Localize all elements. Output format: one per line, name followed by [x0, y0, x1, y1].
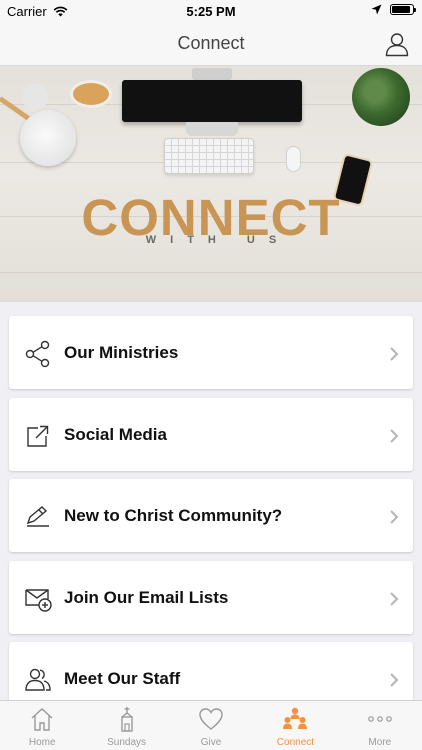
- menu-item-label: Social Media: [64, 425, 167, 444]
- tab-bar: Home Sundays Give Connect More: [0, 700, 422, 750]
- external-link-icon: [27, 425, 49, 447]
- tab-label: Connect: [276, 737, 315, 748]
- hero-banner: CONNECT WITH US: [0, 66, 422, 302]
- heart-icon: [199, 708, 223, 730]
- tab-home[interactable]: Home: [0, 701, 84, 750]
- menu-item-label: New to Christ Community?: [64, 506, 283, 525]
- page-title: Connect: [177, 33, 245, 53]
- tab-give[interactable]: Give: [169, 701, 253, 750]
- menu-item-new-to-christ-community[interactable]: New to Christ Community?: [9, 479, 413, 552]
- plant-image: [352, 68, 410, 126]
- monitor-image: [122, 80, 302, 122]
- status-time: 5:25 PM: [186, 4, 236, 19]
- menu-item-join-email-lists[interactable]: Join Our Email Lists: [9, 561, 413, 634]
- tab-label: Give: [200, 737, 222, 748]
- lamp-joint-image: [22, 84, 48, 110]
- tape-roll-image: [70, 80, 112, 108]
- battery-level: [392, 6, 411, 13]
- church-icon: [120, 707, 133, 732]
- more-icon: [368, 716, 392, 722]
- hero-subtitle: WITH US: [145, 234, 291, 246]
- mouse-image: [286, 146, 301, 172]
- home-icon: [31, 708, 53, 731]
- menu-item-label: Our Ministries: [64, 343, 179, 362]
- menu-item-label: Meet Our Staff: [64, 669, 181, 688]
- status-right: [371, 4, 416, 15]
- share-icon: [25, 340, 50, 368]
- chevron-right-icon: [390, 510, 399, 524]
- desk-lamp-image: [20, 110, 76, 166]
- tab-sundays[interactable]: Sundays: [84, 701, 168, 750]
- chevron-right-icon: [390, 347, 399, 361]
- person-icon[interactable]: [384, 31, 410, 57]
- menu-item-social-media[interactable]: Social Media: [9, 398, 413, 471]
- monitor-base-image: [186, 122, 238, 136]
- tab-label: Home: [28, 737, 56, 748]
- location-arrow-icon: [371, 4, 382, 15]
- group-icon: [283, 707, 308, 729]
- tab-connect[interactable]: Connect: [253, 701, 337, 750]
- chevron-right-icon: [390, 673, 399, 687]
- pencil-icon: [26, 506, 49, 527]
- status-bar: Carrier 5:25 PM: [0, 0, 422, 22]
- tab-label: More: [368, 737, 392, 748]
- nav-bar: Connect: [0, 22, 422, 66]
- people-icon: [25, 668, 51, 691]
- tab-label: Sundays: [107, 737, 147, 748]
- chevron-right-icon: [390, 592, 399, 606]
- monitor-stand-image: [192, 68, 232, 80]
- menu-item-label: Join Our Email Lists: [64, 588, 229, 607]
- menu-item-our-ministries[interactable]: Our Ministries: [9, 316, 413, 389]
- keyboard-image: [164, 138, 254, 174]
- mail-add-icon: [25, 589, 52, 612]
- tab-more[interactable]: More: [338, 701, 422, 750]
- battery-icon: [390, 4, 416, 15]
- chevron-right-icon: [390, 429, 399, 443]
